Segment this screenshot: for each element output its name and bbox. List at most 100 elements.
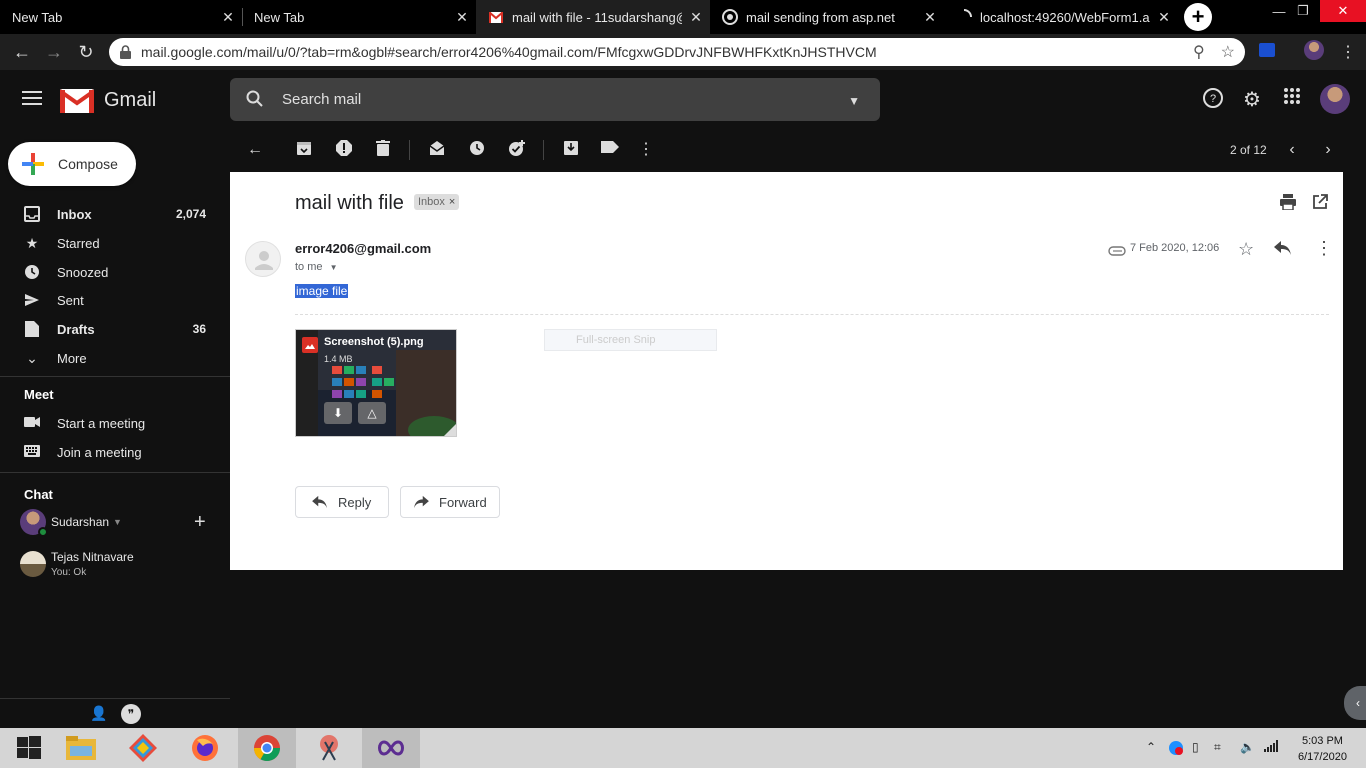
settings-gear-icon[interactable]: ⚙: [1240, 87, 1264, 111]
zoom-icon[interactable]: ⚲: [1193, 42, 1205, 62]
details-caret-icon[interactable]: ▼: [330, 263, 338, 272]
help-icon[interactable]: ?: [1201, 87, 1225, 111]
add-task-icon[interactable]: [507, 140, 527, 160]
windows-taskbar: ⌃ ▯ ⌗ 🔈 5:03 PM 6/17/2020: [0, 728, 1366, 768]
forward-button[interactable]: →: [42, 40, 66, 64]
close-icon[interactable]: ✕: [214, 9, 242, 26]
forward-button[interactable]: Forward: [400, 486, 500, 518]
reply-icon[interactable]: [1274, 240, 1292, 261]
close-icon[interactable]: ✕: [1150, 9, 1178, 26]
file-explorer-app[interactable]: [52, 728, 110, 768]
tray-network-icon[interactable]: ▯: [1192, 740, 1199, 754]
volume-icon[interactable]: 🔈: [1240, 740, 1255, 754]
back-to-list-icon[interactable]: ←: [245, 140, 265, 160]
sidebar-item-starred[interactable]: ★ Starred: [0, 229, 230, 257]
chrome-app[interactable]: [238, 728, 296, 768]
move-to-icon[interactable]: [561, 140, 581, 160]
save-to-drive-icon[interactable]: △: [358, 402, 386, 424]
tab-localhost[interactable]: localhost:49260/WebForm1.asp ✕: [944, 0, 1178, 34]
tab-new-tab-1[interactable]: New Tab ✕: [0, 0, 243, 34]
account-avatar[interactable]: [1320, 84, 1350, 114]
archive-icon[interactable]: [294, 140, 314, 160]
gmail-header: Gmail Search mail ▼ ? ⚙: [0, 70, 1366, 128]
tab-new-tab-2[interactable]: New Tab ✕: [242, 0, 476, 34]
sidebar-item-label: More: [57, 350, 87, 366]
firefox-icon: [192, 735, 218, 761]
sidebar-item-inbox[interactable]: Inbox 2,074: [0, 200, 230, 228]
clock-time: 5:03 PM: [1301, 735, 1343, 747]
label-icon[interactable]: [600, 140, 620, 160]
search-icon[interactable]: [246, 90, 264, 112]
close-icon[interactable]: ✕: [682, 9, 710, 26]
sidebar-item-drafts[interactable]: Drafts 36: [0, 315, 230, 343]
newer-chevron-icon[interactable]: ‹: [1282, 140, 1302, 160]
delete-icon[interactable]: [373, 140, 393, 160]
back-button[interactable]: ←: [10, 40, 34, 64]
online-indicator: [38, 527, 48, 537]
profile-avatar[interactable]: [1304, 40, 1324, 60]
system-clock[interactable]: 5:03 PM 6/17/2020: [1298, 733, 1347, 765]
caret-down-icon: ▼: [113, 517, 122, 527]
mark-unread-icon[interactable]: [427, 140, 447, 160]
firefox-app[interactable]: [176, 728, 234, 768]
join-meeting-item[interactable]: Join a meeting: [0, 438, 230, 466]
github-icon: [722, 9, 738, 25]
toolbar-divider: [409, 140, 410, 160]
search-placeholder: Search mail: [282, 91, 362, 108]
add-chat-button[interactable]: +: [194, 511, 206, 534]
recipient-summary[interactable]: to me ▼: [295, 261, 338, 273]
gmail-logo[interactable]: Gmail: [60, 87, 156, 113]
print-icon[interactable]: [1280, 194, 1296, 215]
hangouts-icon[interactable]: ❞: [121, 704, 141, 724]
new-tab-button[interactable]: +: [1184, 3, 1212, 31]
download-icon[interactable]: ⬇: [324, 402, 352, 424]
extension-icon[interactable]: [1259, 43, 1275, 57]
window-close-button[interactable]: ✕: [1320, 0, 1366, 22]
search-input[interactable]: Search mail ▼: [230, 78, 880, 121]
sidebar-item-sent[interactable]: Sent: [0, 286, 230, 314]
star-message-icon[interactable]: ☆: [1238, 239, 1254, 260]
bookmark-star-icon[interactable]: ☆: [1221, 42, 1235, 62]
tray-battery-icon[interactable]: ⌗: [1214, 740, 1221, 755]
side-panel-toggle-icon[interactable]: ‹: [1344, 686, 1366, 720]
chat-contact[interactable]: Tejas Nitnavare You: Ok: [20, 550, 134, 578]
sidebar-item-more[interactable]: ⌄ More: [0, 344, 230, 372]
browser-menu-icon[interactable]: ⋮: [1340, 42, 1356, 62]
snooze-icon[interactable]: [467, 140, 487, 160]
more-options-icon[interactable]: ⋮: [636, 140, 656, 160]
older-chevron-icon[interactable]: ›: [1318, 140, 1338, 160]
remove-label-icon[interactable]: ×: [449, 196, 455, 208]
reload-button[interactable]: ↻: [74, 40, 98, 64]
chat-self-status[interactable]: Sudarshan ▼: [20, 509, 122, 537]
attachment-thumbnail[interactable]: Screenshot (5).png 1.4 MB ⬇ △: [295, 329, 457, 437]
tab-gmail-message[interactable]: mail with file - 11sudarshang@g ✕: [476, 0, 710, 34]
inbox-label-chip[interactable]: Inbox ×: [414, 194, 460, 210]
message-more-icon[interactable]: ⋮: [1315, 238, 1333, 259]
tab-github[interactable]: mail sending from asp.net ✕: [710, 0, 944, 34]
search-options-icon[interactable]: ▼: [848, 94, 860, 108]
clock-icon: [24, 264, 40, 280]
snipping-tool-app[interactable]: [300, 728, 358, 768]
start-meeting-item[interactable]: Start a meeting: [0, 409, 230, 437]
close-icon[interactable]: ✕: [448, 9, 476, 26]
tab-title: mail with file - 11sudarshang@g: [512, 9, 682, 25]
sender-email[interactable]: error4206@gmail.com: [295, 241, 431, 256]
tray-security-icon[interactable]: [1168, 740, 1184, 759]
close-icon[interactable]: ✕: [916, 9, 944, 26]
url-bar[interactable]: mail.google.com/mail/u/0/?tab=rm&ogbl#se…: [109, 38, 1245, 66]
git-app[interactable]: [114, 728, 172, 768]
start-button[interactable]: [0, 728, 58, 768]
person-icon[interactable]: 👤: [90, 705, 107, 722]
compose-button[interactable]: Compose: [8, 142, 136, 186]
reply-arrow-icon: [312, 495, 327, 509]
visual-studio-app[interactable]: [362, 728, 420, 768]
wifi-signal-icon[interactable]: [1264, 740, 1278, 755]
main-menu-icon[interactable]: [22, 91, 42, 109]
svg-text:?: ?: [1210, 93, 1216, 105]
sidebar-item-snoozed[interactable]: Snoozed: [0, 258, 230, 286]
apps-grid-icon[interactable]: [1280, 87, 1304, 111]
report-spam-icon[interactable]: [334, 140, 354, 160]
reply-button[interactable]: Reply: [295, 486, 389, 518]
open-new-window-icon[interactable]: [1312, 194, 1328, 215]
tray-overflow-icon[interactable]: ⌃: [1146, 740, 1156, 754]
